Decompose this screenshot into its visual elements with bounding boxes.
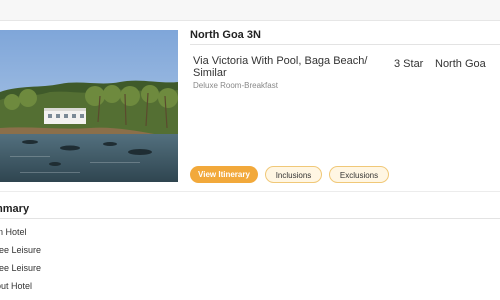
- view-itinerary-button[interactable]: View Itinerary: [190, 166, 258, 183]
- summary-list: in Hotel ree Leisure ree Leisure out Hot…: [0, 223, 41, 295]
- summary-item: ree Leisure: [0, 263, 42, 273]
- summary-item: ree Leisure: [0, 245, 42, 255]
- beach-photo-icon: [0, 30, 178, 182]
- hotel-photo[interactable]: [0, 30, 178, 182]
- summary-item: out Hotel: [0, 281, 33, 291]
- page: North Goa 3N Via Victoria With Pool, Bag…: [0, 0, 500, 300]
- summary-item: in Hotel: [0, 227, 27, 237]
- city-title: North Goa 3N: [190, 29, 261, 41]
- room-type: Deluxe Room-Breakfast: [193, 81, 278, 90]
- hotel-name: Via Victoria With Pool, Baga Beach/ Simi…: [193, 55, 368, 79]
- hotel-location: North Goa: [435, 58, 486, 70]
- summary-title: mmary: [0, 203, 30, 215]
- summary-divider: [0, 218, 500, 219]
- star-rating: 3 Star: [394, 58, 424, 70]
- hotel-card: North Goa 3N Via Victoria With Pool, Bag…: [0, 21, 500, 191]
- section-divider: [0, 191, 500, 192]
- title-divider: [190, 44, 500, 45]
- top-strip: [0, 0, 500, 21]
- exclusions-button[interactable]: Exclusions: [329, 166, 389, 183]
- inclusions-button[interactable]: Inclusions: [265, 166, 322, 183]
